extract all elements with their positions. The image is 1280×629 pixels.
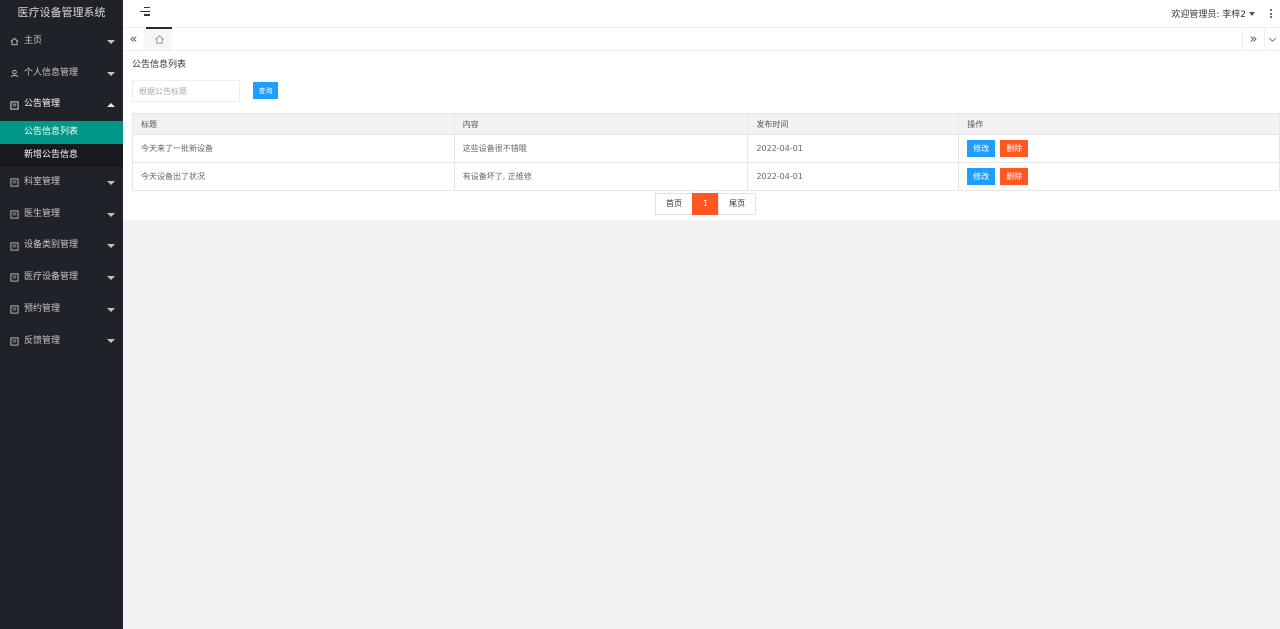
- content-card: 公告信息列表 查询 标题 内容 发布时间 操作 今天来了一批新设备 这些设备很不…: [123, 51, 1280, 220]
- submenu-notice: 公告信息列表 新增公告信息: [0, 121, 123, 168]
- sidebar-item-label: 预约管理: [24, 303, 61, 314]
- column-header-time: 发布时间: [747, 113, 960, 135]
- sidebar-item-label: 医疗设备管理: [24, 272, 79, 283]
- page-current[interactable]: 1: [692, 193, 720, 215]
- home-icon: [9, 37, 19, 47]
- tab-scroll-left-icon[interactable]: «: [123, 28, 145, 50]
- chevron-up-icon: [107, 103, 115, 108]
- search-button[interactable]: 查询: [253, 82, 278, 99]
- list-icon: [9, 305, 19, 315]
- edit-button[interactable]: 修改: [967, 140, 996, 157]
- sidebar-item-label: 个人信息管理: [24, 67, 79, 78]
- sidebar-item-notice[interactable]: 公告管理: [0, 89, 123, 121]
- table-header-row: 标题 内容 发布时间 操作: [132, 113, 1280, 135]
- list-icon: [9, 336, 19, 346]
- page-title: 公告信息列表: [132, 60, 187, 70]
- chevron-down-icon: [107, 244, 115, 249]
- sidebar-item-department[interactable]: 科室管理: [0, 167, 123, 199]
- home-icon: [154, 35, 164, 44]
- cell-content: 这些设备很不错哦: [453, 134, 749, 163]
- cell-content: 有设备坏了, 正维修: [453, 162, 749, 191]
- sidebar-item-label: 公告管理: [24, 99, 61, 110]
- cell-title: 今天设备出了状况: [132, 162, 455, 191]
- chevron-down-icon: [107, 339, 115, 344]
- sidebar-item-profile[interactable]: 个人信息管理: [0, 58, 123, 90]
- sidebar-item-doctor[interactable]: 医生管理: [0, 199, 123, 231]
- table-row: 今天来了一批新设备 这些设备很不错哦 2022-04-01 修改 删除: [132, 134, 1280, 163]
- top-header: 欢迎管理员: 李梓2: [123, 0, 1280, 27]
- tab-bar: « »: [123, 27, 1280, 51]
- tab-scroll-right-icon[interactable]: »: [1242, 28, 1264, 50]
- search-input[interactable]: [132, 80, 240, 102]
- page-last-button[interactable]: 尾页: [718, 193, 757, 215]
- sidebar-item-home[interactable]: 主页: [0, 26, 123, 58]
- column-header-actions: 操作: [958, 113, 1280, 135]
- chevron-down-icon: [107, 275, 115, 280]
- cell-actions: 修改 删除: [958, 134, 1280, 163]
- chevron-down-icon: [107, 39, 115, 44]
- edit-button[interactable]: 修改: [967, 168, 996, 185]
- list-icon: [9, 273, 19, 283]
- list-icon: [9, 100, 19, 110]
- app-logo: 医疗设备管理系统: [17, 6, 106, 19]
- welcome-text: 欢迎管理员: 李梓2: [1171, 10, 1246, 20]
- table-row: 今天设备出了状况 有设备坏了, 正维修 2022-04-01 修改 删除: [132, 162, 1280, 191]
- more-vertical-icon[interactable]: [1270, 9, 1272, 20]
- page-first-button[interactable]: 首页: [655, 193, 693, 215]
- caret-down-icon: [1249, 11, 1255, 16]
- sidebar-subitem-notice-list[interactable]: 公告信息列表: [0, 121, 123, 145]
- sidebar-item-label: 设备类别管理: [24, 240, 79, 251]
- notice-table: 标题 内容 发布时间 操作 今天来了一批新设备 这些设备很不错哦 2022-04…: [132, 113, 1280, 191]
- sidebar-item-device-category[interactable]: 设备类别管理: [0, 230, 123, 262]
- user-menu[interactable]: 欢迎管理员: 李梓2: [1171, 7, 1255, 20]
- sidebar-item-label: 医生管理: [24, 208, 61, 219]
- list-icon: [9, 210, 19, 220]
- chevron-down-icon: [107, 307, 115, 312]
- sidebar-item-medical-device[interactable]: 医疗设备管理: [0, 262, 123, 294]
- chevron-down-icon: [107, 180, 115, 185]
- pagination: 首页 1 尾页: [655, 193, 757, 215]
- cell-time: 2022-04-01: [747, 162, 960, 191]
- delete-button[interactable]: 删除: [1000, 140, 1029, 157]
- column-header-content: 内容: [453, 113, 749, 135]
- sidebar-item-feedback[interactable]: 反馈管理: [0, 326, 123, 358]
- delete-button[interactable]: 删除: [1000, 168, 1029, 185]
- sidebar-item-label: 反馈管理: [24, 335, 61, 346]
- cell-title: 今天来了一批新设备: [132, 134, 455, 163]
- sidebar-item-label: 主页: [24, 36, 43, 46]
- column-header-title: 标题: [132, 113, 455, 135]
- sidebar-subitem-notice-add[interactable]: 新增公告信息: [0, 144, 123, 167]
- sidebar-item-appointment[interactable]: 预约管理: [0, 294, 123, 326]
- user-icon: [9, 69, 19, 79]
- menu-toggle-icon[interactable]: [140, 7, 150, 17]
- cell-actions: 修改 删除: [958, 162, 1280, 191]
- sidebar-item-label: 科室管理: [24, 177, 61, 188]
- sidebar: 医疗设备管理系统 主页 个人信息管理 公告管理 公告信息列表 新增公告信息 科室…: [0, 0, 123, 629]
- list-icon: [9, 241, 19, 251]
- chevron-down-icon: [107, 212, 115, 217]
- cell-time: 2022-04-01: [747, 134, 960, 163]
- tab-menu-chevron-down-icon[interactable]: [1264, 28, 1280, 50]
- chevron-down-icon: [107, 71, 115, 76]
- tab-home[interactable]: [146, 27, 172, 50]
- list-icon: [9, 178, 19, 188]
